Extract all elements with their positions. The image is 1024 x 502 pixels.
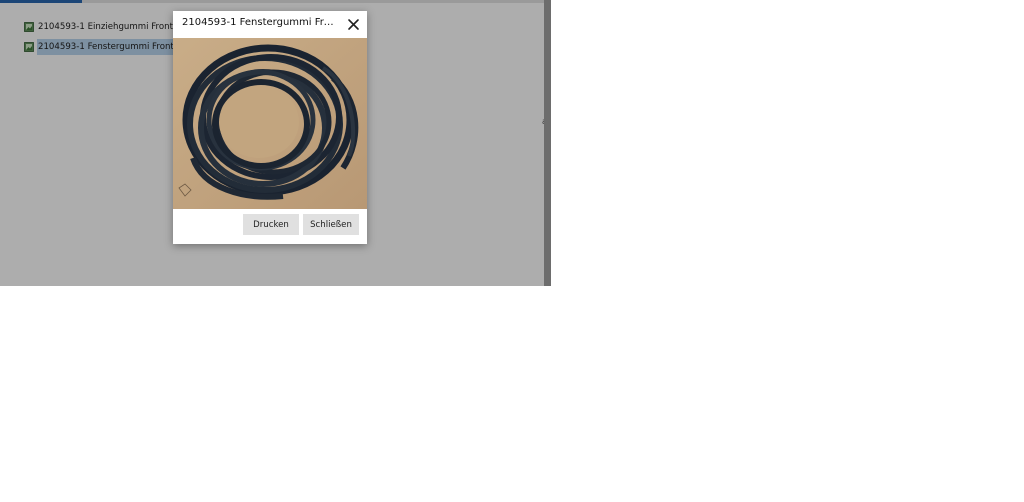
rubber-window-seal-photo xyxy=(173,38,367,209)
dialog-title: 2104593-1 Fenstergummi Frontscheibe xyxy=(182,17,337,28)
app-window: 2104593-1 Einziehgummi Frontscheibe 2104… xyxy=(0,0,551,286)
close-icon[interactable] xyxy=(346,17,361,32)
image-preview-dialog: 2104593-1 Fenstergummi Frontscheibe xyxy=(173,11,367,244)
scrollbar[interactable] xyxy=(544,0,551,286)
dialog-footer: Drucken Schließen xyxy=(173,209,367,244)
seal-photo-drawing xyxy=(173,38,367,209)
print-button[interactable]: Drucken xyxy=(243,214,299,235)
close-button[interactable]: Schließen xyxy=(303,214,359,235)
dialog-header: 2104593-1 Fenstergummi Frontscheibe xyxy=(173,11,367,38)
